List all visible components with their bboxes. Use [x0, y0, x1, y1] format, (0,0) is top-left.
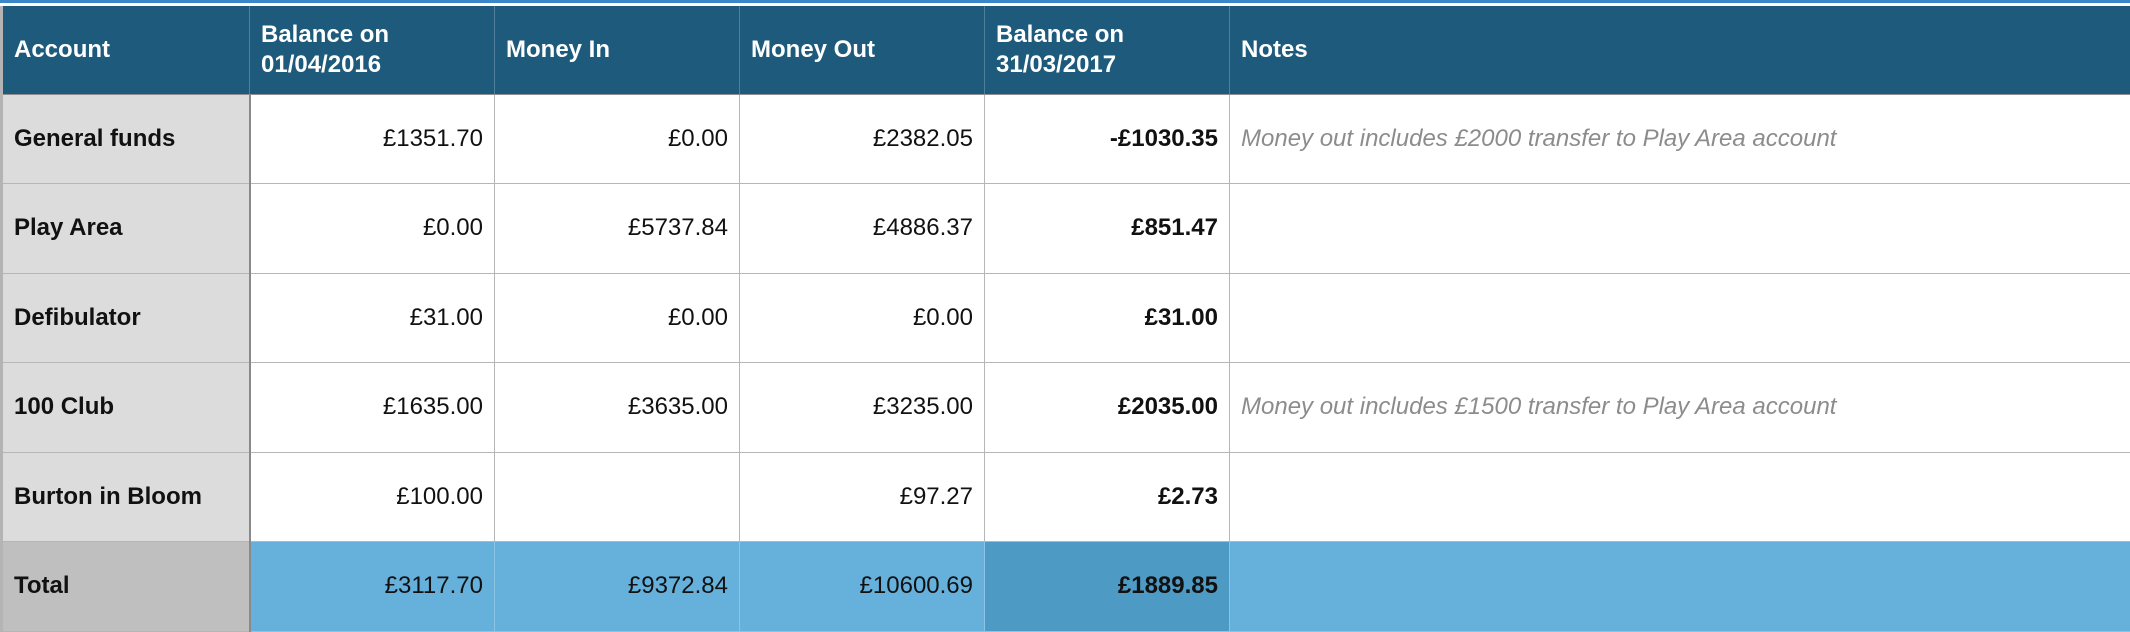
total-notes[interactable]	[1230, 542, 2130, 632]
cell-notes[interactable]: Money out includes £1500 transfer to Pla…	[1230, 363, 2130, 453]
table-row: 100 Club £1635.00 £3635.00 £3235.00 £203…	[2, 363, 2130, 453]
header-money-out-label: Money Out	[751, 36, 875, 63]
header-account[interactable]: Account	[2, 6, 250, 94]
header-balance-start-line1: Balance on	[261, 21, 389, 48]
cell-balance-end[interactable]: £31.00	[985, 273, 1230, 363]
cell-account[interactable]: Burton in Bloom	[2, 452, 250, 542]
cell-notes[interactable]: Money out includes £2000 transfer to Pla…	[1230, 94, 2130, 184]
cell-money-in[interactable]: £0.00	[495, 273, 740, 363]
cell-account[interactable]: Play Area	[2, 184, 250, 274]
cell-notes[interactable]	[1230, 452, 2130, 542]
cell-account[interactable]: Defibulator	[2, 273, 250, 363]
header-money-in-label: Money In	[506, 36, 610, 63]
cell-balance-start[interactable]: £0.00	[250, 184, 495, 274]
total-balance-end[interactable]: £1889.85	[985, 542, 1230, 632]
total-money-in[interactable]: £9372.84	[495, 542, 740, 632]
spreadsheet: Account Balance on 01/04/2016 Money In M…	[0, 0, 2130, 628]
table-row: Play Area £0.00 £5737.84 £4886.37 £851.4…	[2, 184, 2130, 274]
cell-money-in[interactable]	[495, 452, 740, 542]
cell-money-out[interactable]: £0.00	[740, 273, 985, 363]
cell-money-in[interactable]: £0.00	[495, 94, 740, 184]
header-row: Account Balance on 01/04/2016 Money In M…	[2, 6, 2130, 94]
table-row: Burton in Bloom £100.00 £97.27 £2.73	[2, 452, 2130, 542]
header-balance-start[interactable]: Balance on 01/04/2016	[250, 6, 495, 94]
cell-money-out[interactable]: £2382.05	[740, 94, 985, 184]
cell-money-in[interactable]: £3635.00	[495, 363, 740, 453]
cell-money-out[interactable]: £3235.00	[740, 363, 985, 453]
cell-balance-start[interactable]: £1351.70	[250, 94, 495, 184]
table-row: General funds £1351.70 £0.00 £2382.05 -£…	[2, 94, 2130, 184]
accounts-table: Account Balance on 01/04/2016 Money In M…	[0, 6, 2130, 632]
cell-money-out[interactable]: £97.27	[740, 452, 985, 542]
cell-balance-end[interactable]: £2035.00	[985, 363, 1230, 453]
cell-balance-start[interactable]: £100.00	[250, 452, 495, 542]
header-balance-end-line1: Balance on	[996, 21, 1124, 48]
cell-balance-start[interactable]: £1635.00	[250, 363, 495, 453]
cell-money-in[interactable]: £5737.84	[495, 184, 740, 274]
header-notes-label: Notes	[1241, 36, 1308, 63]
header-notes[interactable]: Notes	[1230, 6, 2130, 94]
total-money-out[interactable]: £10600.69	[740, 542, 985, 632]
total-label[interactable]: Total	[2, 542, 250, 632]
header-balance-end[interactable]: Balance on 31/03/2017	[985, 6, 1230, 94]
cell-money-out[interactable]: £4886.37	[740, 184, 985, 274]
header-account-label: Account	[14, 36, 110, 63]
header-money-out[interactable]: Money Out	[740, 6, 985, 94]
total-balance-start[interactable]: £3117.70	[250, 542, 495, 632]
header-money-in[interactable]: Money In	[495, 6, 740, 94]
cell-account[interactable]: General funds	[2, 94, 250, 184]
cell-notes[interactable]	[1230, 184, 2130, 274]
cell-balance-end[interactable]: £2.73	[985, 452, 1230, 542]
table-row: Defibulator £31.00 £0.00 £0.00 £31.00	[2, 273, 2130, 363]
cell-notes[interactable]	[1230, 273, 2130, 363]
header-balance-end-line2: 31/03/2017	[996, 51, 1116, 78]
cell-account[interactable]: 100 Club	[2, 363, 250, 453]
cell-balance-start[interactable]: £31.00	[250, 273, 495, 363]
cell-balance-end[interactable]: £851.47	[985, 184, 1230, 274]
cell-balance-end[interactable]: -£1030.35	[985, 94, 1230, 184]
total-row: Total £3117.70 £9372.84 £10600.69 £1889.…	[2, 542, 2130, 632]
header-balance-start-line2: 01/04/2016	[261, 51, 381, 78]
